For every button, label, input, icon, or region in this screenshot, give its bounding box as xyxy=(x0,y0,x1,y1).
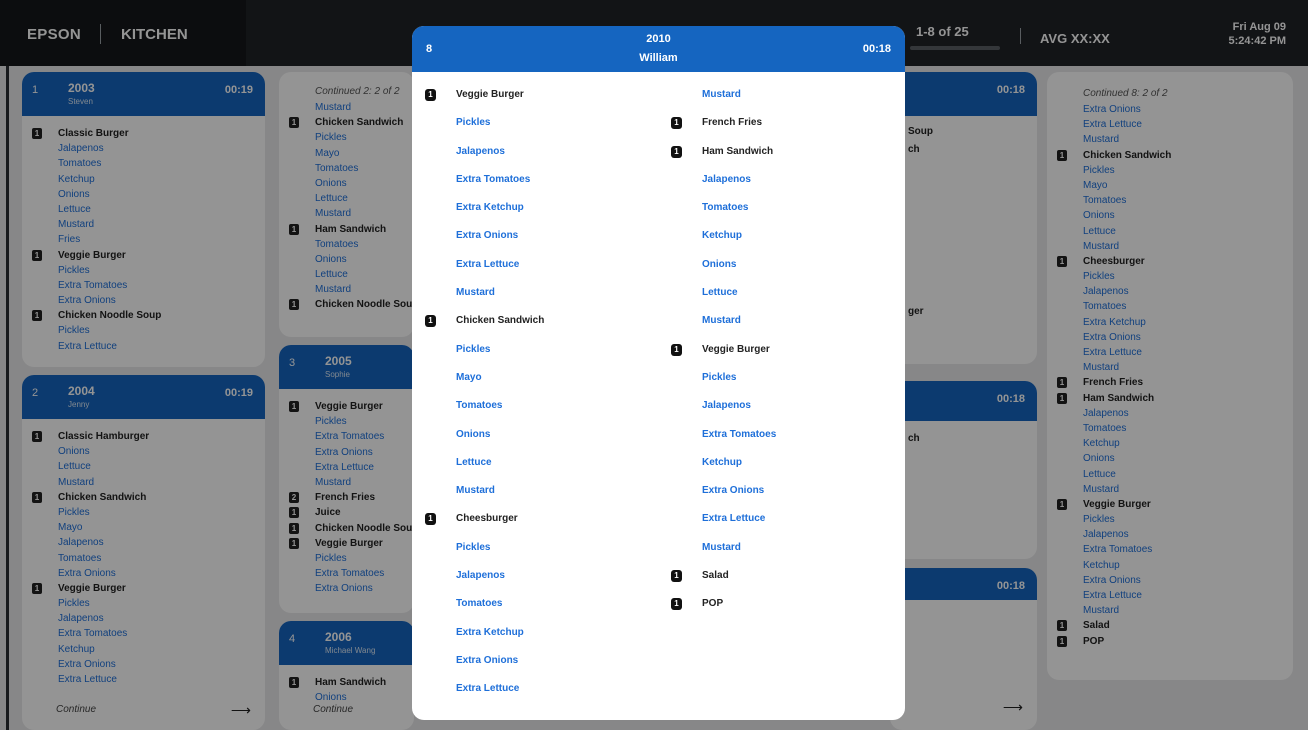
modifier-name: Onions xyxy=(702,258,737,270)
item-modifier: Extra Onions xyxy=(412,652,642,680)
modifier-name: Jalapenos xyxy=(702,400,751,412)
modifier-name: Pickles xyxy=(456,343,491,355)
modifier-name: Ketchup xyxy=(702,456,742,468)
modifier-name: Mustard xyxy=(456,485,495,497)
modifier-name: Pickles xyxy=(456,541,491,553)
modal-column-left: 1 Veggie Burger Pickles Jalapenos Extra Toma… xyxy=(412,86,642,709)
modifier-name: Ketchup xyxy=(702,230,742,242)
modifier-name: Extra Lettuce xyxy=(456,683,520,695)
modifier-name: Tomatoes xyxy=(456,598,503,610)
quantity-badge: 1 xyxy=(671,570,682,583)
modifier-name: Jalapenos xyxy=(456,570,505,582)
modifier-name: Extra Ketchup xyxy=(456,202,524,214)
modifier-name: Onions xyxy=(456,428,491,440)
modifier-name: Mayo xyxy=(456,371,482,383)
ticket-detail-modal[interactable]: 8 2010 William 00:18 1 Veggie Burger Pickl… xyxy=(412,26,905,720)
order-item[interactable]: 1 French Fries xyxy=(658,114,888,142)
modifier-name: Extra Onions xyxy=(456,654,519,666)
modal-column-right: Mustard 1 French Fries 1 Ham Sandwich Jalapen… xyxy=(658,86,888,624)
item-modifier: Mustard xyxy=(658,312,888,340)
item-modifier: Extra Tomatoes xyxy=(412,171,642,199)
item-modifier: Ketchup xyxy=(658,454,888,482)
item-name: Veggie Burger xyxy=(456,89,524,100)
item-modifier: Mustard xyxy=(658,86,888,114)
quantity-badge: 1 xyxy=(425,315,436,328)
modal-timer: 00:18 xyxy=(862,43,891,55)
item-modifier: Ketchup xyxy=(658,227,888,255)
order-item[interactable]: 1 Cheesburger xyxy=(412,510,642,538)
item-modifier: Jalapenos xyxy=(658,171,888,199)
item-modifier: Extra Lettuce xyxy=(412,680,642,708)
quantity-badge: 1 xyxy=(671,343,682,356)
modifier-name: Extra Lettuce xyxy=(702,513,766,525)
item-modifier: Jalapenos xyxy=(412,143,642,171)
item-name: Cheesburger xyxy=(456,513,518,525)
quantity-badge: 1 xyxy=(671,145,682,158)
item-modifier: Mayo xyxy=(412,369,642,397)
quantity-badge: 1 xyxy=(425,89,436,101)
modifier-name: Mustard xyxy=(702,541,741,553)
item-name: French Fries xyxy=(702,117,763,129)
item-modifier: Tomatoes xyxy=(412,397,642,425)
item-name: Ham Sandwich xyxy=(702,145,774,157)
modifier-name: Mustard xyxy=(456,287,495,299)
item-modifier: Mustard xyxy=(658,539,888,567)
item-modifier: Mustard xyxy=(412,482,642,510)
item-modifier: Pickles xyxy=(412,341,642,369)
item-modifier: Onions xyxy=(412,426,642,454)
order-item[interactable]: 1 Chicken Sandwich xyxy=(412,312,642,340)
item-modifier: Lettuce xyxy=(658,284,888,312)
item-name: Salad xyxy=(702,570,729,582)
item-modifier: Onions xyxy=(658,256,888,284)
modifier-name: Pickles xyxy=(702,371,737,383)
modifier-name: Extra Tomatoes xyxy=(702,428,777,440)
modifier-name: Mustard xyxy=(702,89,741,100)
modifier-name: Tomatoes xyxy=(702,202,749,214)
item-name: POP xyxy=(702,598,724,610)
order-item[interactable]: 1 Veggie Burger xyxy=(412,86,642,114)
item-modifier: Extra Onions xyxy=(658,482,888,510)
order-item[interactable]: 1 Veggie Burger xyxy=(658,341,888,369)
modifier-name: Tomatoes xyxy=(456,400,503,412)
modifier-name: Extra Onions xyxy=(456,230,519,242)
item-modifier: Lettuce xyxy=(412,454,642,482)
modifier-name: Mustard xyxy=(702,315,741,327)
quantity-badge: 1 xyxy=(671,598,682,611)
modifier-name: Extra Onions xyxy=(702,485,765,497)
modifier-name: Pickles xyxy=(456,117,491,129)
modal-ticket-number: 2010 xyxy=(646,33,671,45)
order-item[interactable]: 1 Ham Sandwich xyxy=(658,143,888,171)
item-modifier: Extra Ketchup xyxy=(412,199,642,227)
order-item[interactable]: 1 POP xyxy=(658,595,888,623)
quantity-badge: 1 xyxy=(671,117,682,130)
item-modifier: Pickles xyxy=(412,114,642,142)
item-modifier: Tomatoes xyxy=(412,595,642,623)
item-modifier: Mustard xyxy=(412,284,642,312)
modifier-name: Jalapenos xyxy=(456,145,505,157)
modal-customer-name: William xyxy=(639,52,678,64)
item-name: Veggie Burger xyxy=(702,343,770,355)
item-modifier: Jalapenos xyxy=(658,397,888,425)
item-modifier: Pickles xyxy=(658,369,888,397)
item-modifier: Extra Onions xyxy=(412,227,642,255)
modifier-name: Extra Lettuce xyxy=(456,258,520,270)
item-modifier: Jalapenos xyxy=(412,567,642,595)
item-modifier: Extra Lettuce xyxy=(658,510,888,538)
quantity-badge: 1 xyxy=(425,513,436,526)
modal-header: 8 2010 William 00:18 xyxy=(412,26,905,72)
order-item[interactable]: 1 Salad xyxy=(658,567,888,595)
modifier-name: Lettuce xyxy=(456,456,492,468)
item-modifier: Pickles xyxy=(412,539,642,567)
modifier-name: Lettuce xyxy=(702,287,738,299)
item-modifier: Tomatoes xyxy=(658,199,888,227)
item-modifier: Extra Ketchup xyxy=(412,624,642,652)
item-modifier: Extra Tomatoes xyxy=(658,426,888,454)
modifier-name: Extra Tomatoes xyxy=(456,173,531,185)
item-name: Chicken Sandwich xyxy=(456,315,545,327)
modifier-name: Extra Ketchup xyxy=(456,626,524,638)
item-modifier: Extra Lettuce xyxy=(412,256,642,284)
modifier-name: Jalapenos xyxy=(702,173,751,185)
